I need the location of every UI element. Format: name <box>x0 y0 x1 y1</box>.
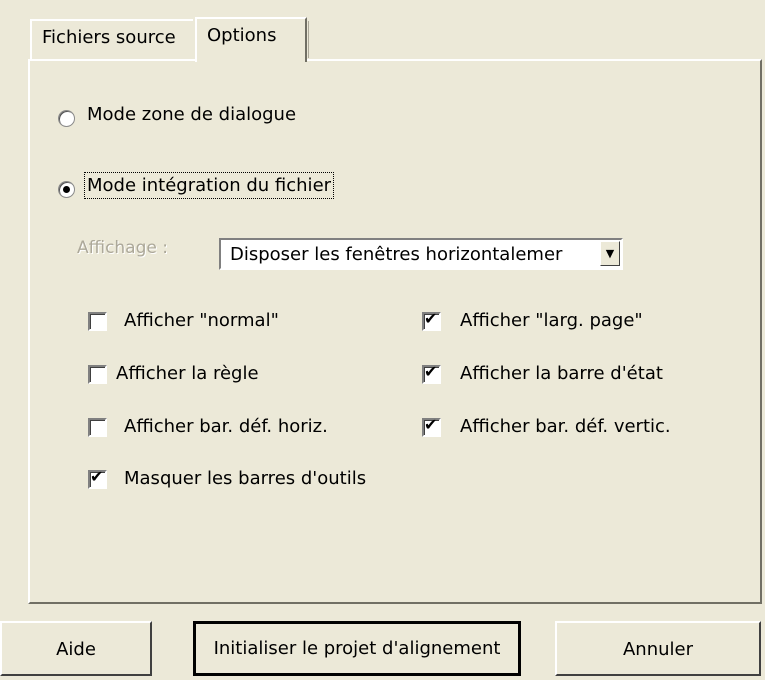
mode-dialog-radio[interactable] <box>58 110 75 127</box>
checkbox-masquer-barres[interactable]: ✔ <box>88 467 107 489</box>
tab-label: Options <box>207 25 277 46</box>
checkbox-barre-etat-label[interactable]: Afficher la barre d'état <box>460 363 663 384</box>
checkmark-icon: ✔ <box>424 415 438 434</box>
checkbox-vertic[interactable]: ✔ <box>422 415 441 437</box>
options-panel <box>28 59 762 604</box>
checkbox-barre-etat[interactable]: ✔ <box>422 362 441 384</box>
mode-dialog-label[interactable]: Mode zone de dialogue <box>87 104 296 125</box>
display-select[interactable]: Disposer les fenêtres horizontalemer ▼ <box>219 238 623 270</box>
checkmark-icon: ✔ <box>90 467 104 486</box>
chevron-down-icon[interactable]: ▼ <box>600 241 620 266</box>
checkbox-regle-label[interactable]: Afficher la règle <box>116 363 259 384</box>
checkbox-regle[interactable] <box>88 365 107 384</box>
cancel-button[interactable]: Annuler <box>555 621 761 676</box>
tab-options[interactable]: Options <box>195 17 309 62</box>
checkmark-icon: ✔ <box>424 309 438 328</box>
checkbox-horiz-label[interactable]: Afficher bar. déf. horiz. <box>124 416 328 437</box>
tab-fichiers-source[interactable]: Fichiers source <box>30 19 193 59</box>
tab-label: Fichiers source <box>42 27 176 48</box>
initialize-project-button[interactable]: Initialiser le projet d'alignement <box>193 621 521 676</box>
display-select-value: Disposer les fenêtres horizontalemer <box>230 244 563 265</box>
checkbox-larg-page[interactable]: ✔ <box>422 309 441 331</box>
checkbox-masquer-barres-label[interactable]: Masquer les barres d'outils <box>124 468 366 489</box>
display-label: Affichage : <box>77 238 168 258</box>
checkbox-vertic-label[interactable]: Afficher bar. déf. vertic. <box>460 416 671 437</box>
checkbox-larg-page-label[interactable]: Afficher "larg. page" <box>460 310 643 331</box>
checkmark-icon: ✔ <box>424 362 438 381</box>
mode-integration-radio[interactable] <box>58 181 75 198</box>
checkbox-normal[interactable] <box>88 312 107 331</box>
checkbox-normal-label[interactable]: Afficher "normal" <box>124 310 279 331</box>
checkbox-horiz[interactable] <box>88 418 107 437</box>
help-button[interactable]: Aide <box>0 621 152 676</box>
mode-integration-label[interactable]: Mode intégration du fichier <box>83 172 335 199</box>
